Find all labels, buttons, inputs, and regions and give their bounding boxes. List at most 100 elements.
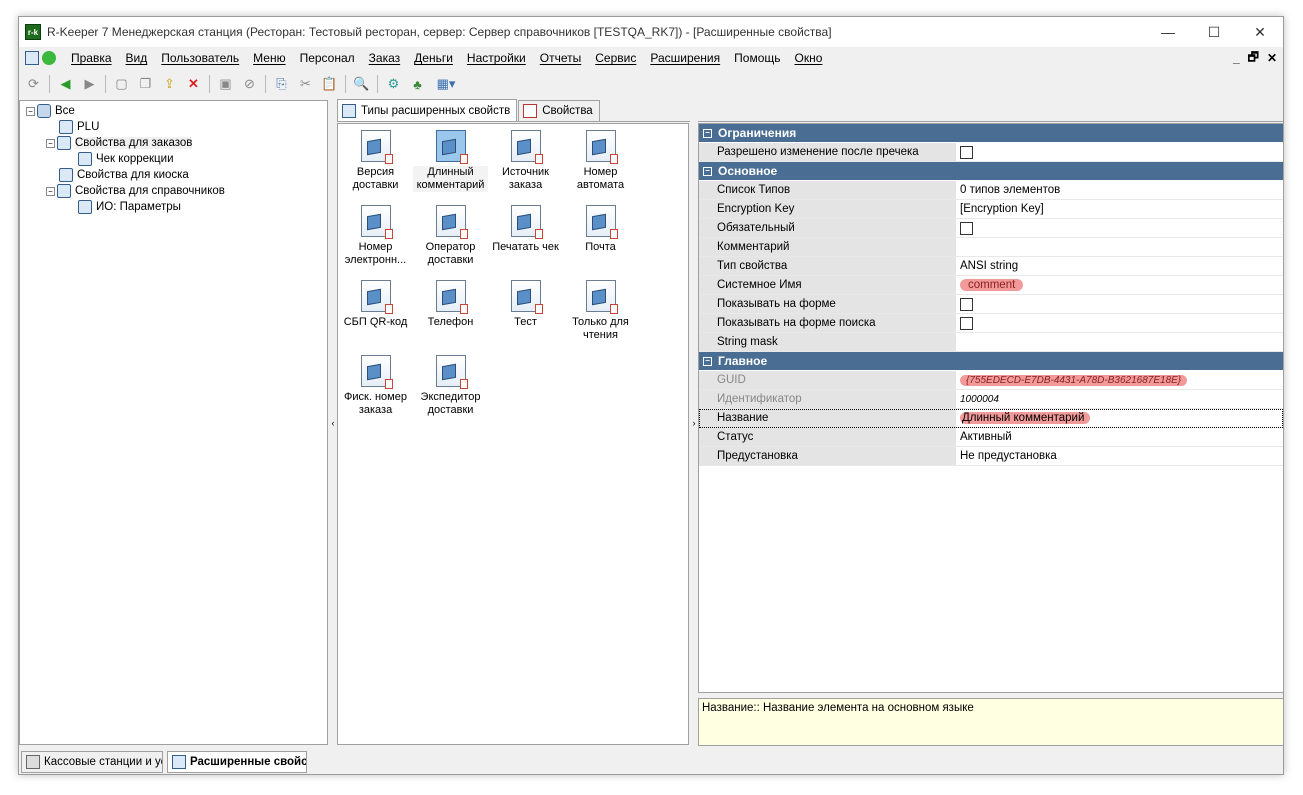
mdi-restore-button[interactable]: 🗗 xyxy=(1248,48,1259,69)
menu-money[interactable]: Деньги xyxy=(407,51,460,65)
property-row[interactable]: Encryption Key [Encryption Key] xyxy=(699,200,1283,219)
menu-service[interactable]: Сервис xyxy=(588,51,643,65)
tool-icon[interactable]: ⚙ xyxy=(383,74,404,95)
system-name-value[interactable]: comment xyxy=(960,279,1024,291)
menu-extensions[interactable]: Расширения xyxy=(643,51,727,65)
list-item[interactable]: Печатать чек xyxy=(488,201,563,254)
export-icon[interactable]: ⇪ xyxy=(159,74,180,95)
maximize-button[interactable]: ☐ xyxy=(1191,17,1237,47)
tree-item-correction[interactable]: Чек коррекции xyxy=(78,151,174,167)
new-icon[interactable]: ▢ xyxy=(111,74,132,95)
mdi-close-button[interactable]: ✕ xyxy=(1267,51,1277,65)
menu-settings[interactable]: Настройки xyxy=(460,51,533,65)
minimize-button[interactable]: — xyxy=(1145,17,1191,47)
grid-icon[interactable]: ▦▾ xyxy=(431,74,461,95)
list-item[interactable]: Только для чтения xyxy=(563,276,638,342)
property-row[interactable]: Тип свойства ANSI string xyxy=(699,257,1283,276)
menu-help[interactable]: Помощь xyxy=(727,51,787,65)
property-row[interactable]: Системное Имя comment xyxy=(699,276,1283,295)
tree-root[interactable]: − Все xyxy=(26,103,75,119)
tree-item-kiosk[interactable]: Свойства для киоска xyxy=(59,167,189,183)
property-row[interactable]: Название Длинный комментарий xyxy=(699,409,1283,428)
menu-menu[interactable]: Меню xyxy=(246,51,292,65)
menu-order[interactable]: Заказ xyxy=(362,51,407,65)
collapse-icon[interactable]: − xyxy=(26,106,35,116)
refresh-icon[interactable]: ⟳ xyxy=(23,74,44,95)
list-item[interactable]: Фиск. номер заказа xyxy=(338,351,413,417)
list-item[interactable]: Номер автомата xyxy=(563,126,638,192)
tree-item-plu[interactable]: PLU xyxy=(59,119,99,135)
property-row[interactable]: Показывать на форме xyxy=(699,295,1283,314)
tab-properties[interactable]: Свойства xyxy=(518,100,600,121)
copy-icon[interactable]: ❐ xyxy=(135,74,156,95)
find-icon[interactable]: 🔍 xyxy=(351,74,372,95)
property-row[interactable]: Показывать на форме поиска xyxy=(699,314,1283,333)
left-splitter[interactable]: ‹ xyxy=(329,100,337,745)
paste-icon[interactable]: 📋 xyxy=(319,74,340,95)
list-item[interactable]: Тест xyxy=(488,276,563,329)
menu-window[interactable]: Окно xyxy=(788,51,830,65)
list-item[interactable]: Версия доставки xyxy=(338,126,413,192)
checkbox[interactable] xyxy=(960,221,973,235)
toolbar-separator xyxy=(265,75,266,93)
property-row[interactable]: Статус Активный xyxy=(699,428,1283,447)
menu-reports[interactable]: Отчеты xyxy=(533,51,588,65)
list-item[interactable]: Длинный комментарий xyxy=(413,126,488,192)
property-row[interactable]: String mask xyxy=(699,333,1283,352)
back-icon[interactable]: ◀ xyxy=(55,74,76,95)
app-icon: r-k xyxy=(25,24,41,40)
property-row[interactable]: Список Типов 0 типов элементов xyxy=(699,181,1283,200)
list-item[interactable]: Номер электронн... xyxy=(338,201,413,267)
collapse-icon[interactable]: − xyxy=(46,186,55,196)
tree-label: PLU xyxy=(77,121,100,133)
menu-user[interactable]: Пользователь xyxy=(154,51,246,65)
property-icon xyxy=(435,355,468,389)
collapse-icon[interactable]: − xyxy=(46,138,55,148)
property-row[interactable]: Обязательный xyxy=(699,219,1283,238)
forward-icon[interactable]: ▶ xyxy=(79,74,100,95)
cancel-icon[interactable]: ⊘ xyxy=(239,74,260,95)
link-icon[interactable]: ♣ xyxy=(407,74,428,95)
property-row[interactable]: Идентификатор 1000004 xyxy=(699,390,1283,409)
menu-personnel[interactable]: Персонал xyxy=(293,51,362,65)
property-row[interactable]: Разрешено изменение после пречека xyxy=(699,143,1283,162)
child-window-icon[interactable] xyxy=(25,51,39,65)
save-icon[interactable]: ▣ xyxy=(215,74,236,95)
close-button[interactable]: ✕ xyxy=(1237,17,1283,47)
collapse-icon[interactable]: − xyxy=(703,166,712,176)
list-item[interactable]: Телефон xyxy=(413,276,488,329)
list-item[interactable]: СБП QR-код xyxy=(338,276,413,329)
group-header-basic[interactable]: − Основное xyxy=(699,162,1283,181)
checkbox[interactable] xyxy=(960,297,973,311)
tab-property-types[interactable]: Типы расширенных свойств xyxy=(337,99,518,121)
right-splitter[interactable]: › xyxy=(690,100,698,745)
tree-item-order-props[interactable]: − Свойства для заказов xyxy=(46,135,193,151)
delete-icon[interactable]: ✕ xyxy=(183,74,204,95)
list-item[interactable]: Оператор доставки xyxy=(413,201,488,267)
checkbox[interactable] xyxy=(960,316,973,330)
task-extended-properties[interactable]: Расширенные свойс xyxy=(167,750,307,773)
property-row[interactable]: Предустановка Не предустановка xyxy=(699,447,1283,466)
mdi-minimize-button[interactable]: _ xyxy=(1233,51,1240,65)
tree-item-references[interactable]: − Свойства для справочников xyxy=(46,183,225,199)
list-item[interactable]: Почта xyxy=(563,201,638,254)
property-row[interactable]: GUID {755EDECD-E7DB-4431-A78D-B3621687E18… xyxy=(699,371,1283,390)
name-value[interactable]: Длинный комментарий xyxy=(960,412,1091,424)
property-icon xyxy=(510,280,543,314)
group-header-restrictions[interactable]: − Ограничения xyxy=(699,124,1283,143)
collapse-icon[interactable]: − xyxy=(703,128,712,138)
property-row[interactable]: Комментарий xyxy=(699,238,1283,257)
task-cash-stations[interactable]: Кассовые станции и ус xyxy=(21,750,163,773)
list-item[interactable]: Экспедитор доставки xyxy=(413,351,488,417)
copy-doc-icon[interactable]: ⎘ xyxy=(271,74,292,95)
tree-label: Свойства для справочников xyxy=(75,185,225,197)
menu-edit[interactable]: Правка xyxy=(64,51,119,65)
list-item[interactable]: Источник заказа xyxy=(488,126,563,192)
cut-icon[interactable]: ✂ xyxy=(295,74,316,95)
toolbar: ⟳ ◀ ▶ ▢ ❐ ⇪ ✕ ▣ ⊘ ⎘ ✂ 📋 🔍 ⚙ ♣ ▦▾ xyxy=(19,71,1283,97)
checkbox[interactable] xyxy=(960,145,973,159)
menu-view[interactable]: Вид xyxy=(119,51,155,65)
collapse-icon[interactable]: − xyxy=(703,356,712,366)
tree-item-io-params[interactable]: ИО: Параметры xyxy=(78,199,181,215)
group-header-main[interactable]: − Главное xyxy=(699,352,1283,371)
